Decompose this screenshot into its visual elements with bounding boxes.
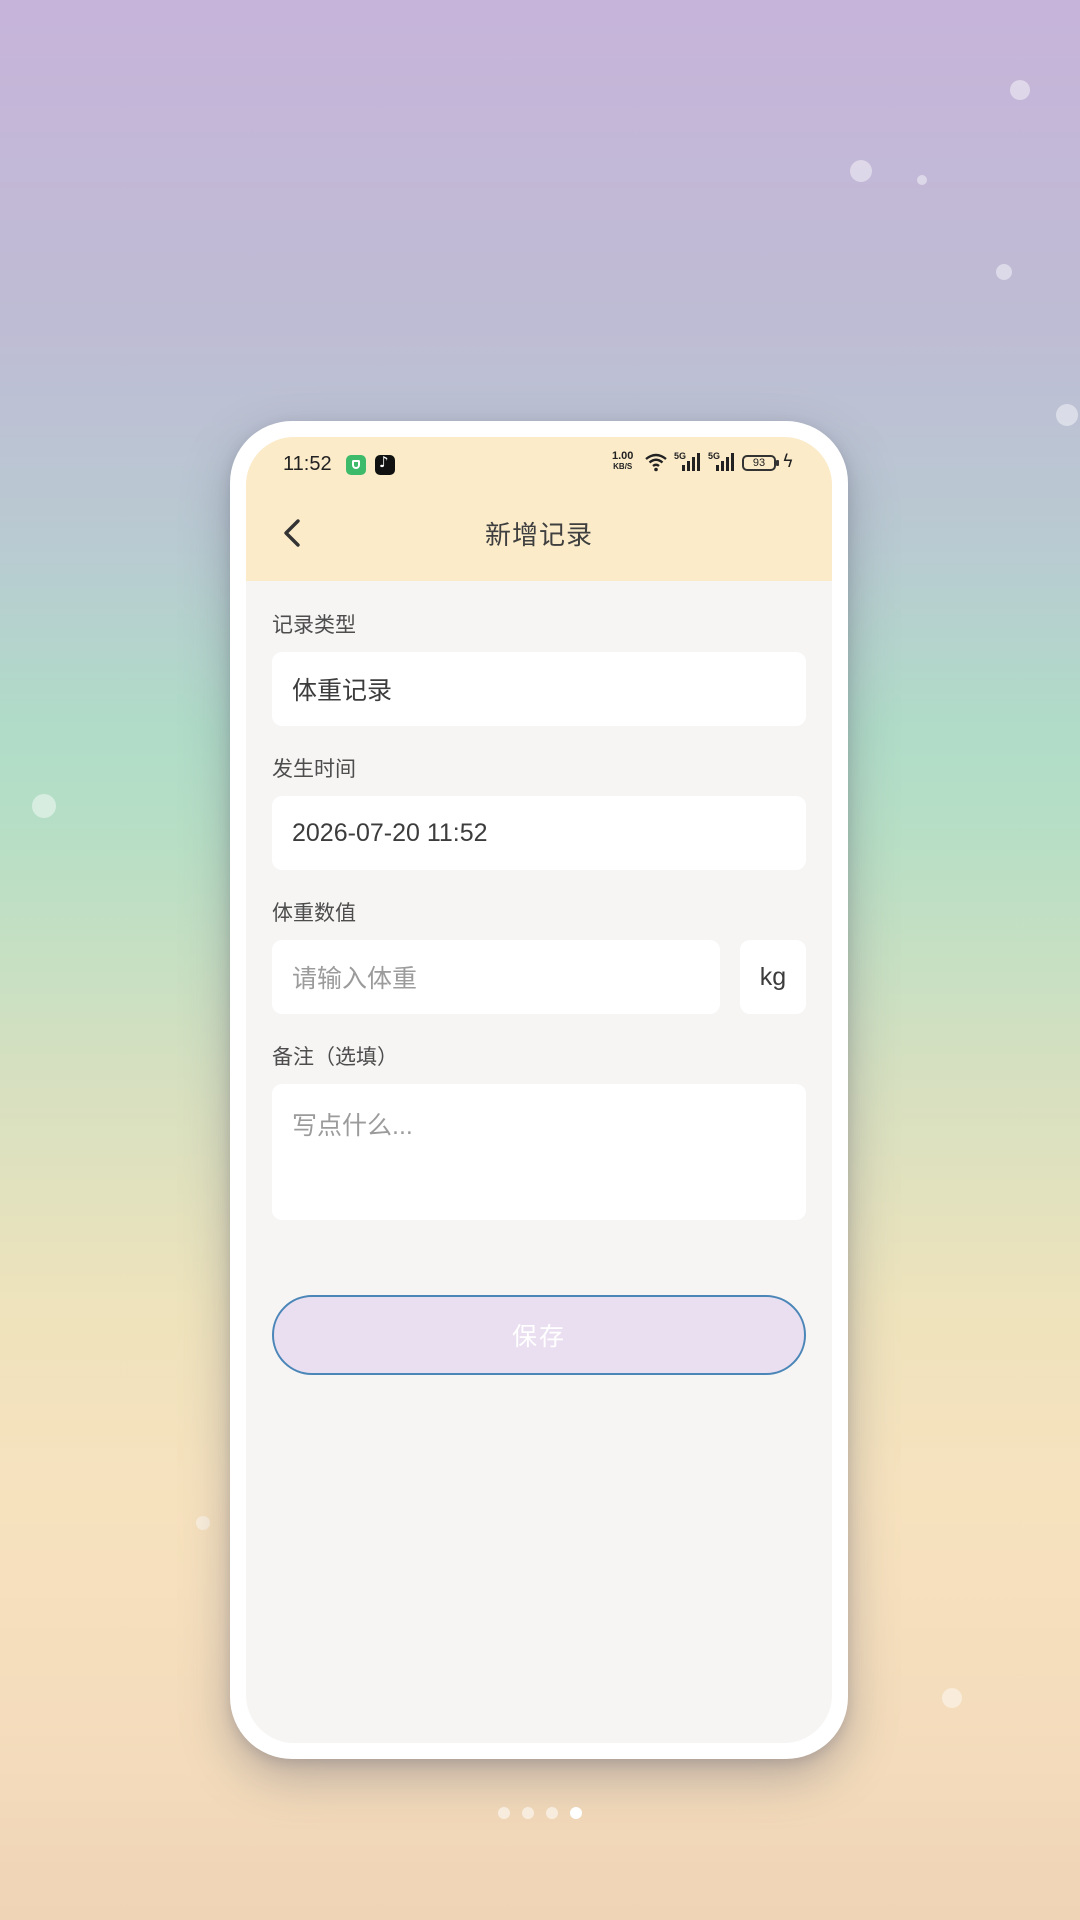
phone-screen: 11:52 1.00 KB/S 5G [246, 437, 832, 1743]
signal-1-label: 5G [674, 451, 687, 461]
page-dot[interactable] [522, 1807, 534, 1819]
background-bubble [32, 794, 56, 818]
note-textarea[interactable]: 写点什么... [272, 1084, 806, 1220]
wifi-icon [645, 453, 667, 472]
battery-icon: 93 [742, 455, 779, 471]
record-type-select[interactable]: 体重记录 [272, 652, 806, 726]
weight-placeholder: 请输入体重 [292, 965, 418, 993]
background-bubble [850, 160, 872, 182]
signal-2-label: 5G [708, 451, 721, 461]
time-value: 2026-07-20 11:52 [292, 818, 488, 847]
network-speed: 1.00 KB/S [612, 451, 633, 472]
note-placeholder: 写点什么... [292, 1112, 413, 1140]
page-title: 新增记录 [484, 521, 593, 551]
time-label: 发生时间 [272, 757, 356, 781]
background-bubble [196, 1516, 210, 1530]
background-bubble [942, 1688, 962, 1708]
weight-input[interactable]: 请输入体重 [272, 940, 720, 1014]
status-time: 11:52 [283, 453, 332, 475]
background-bubble [996, 264, 1012, 280]
tiktok-app-icon [375, 453, 395, 475]
record-type-value: 体重记录 [292, 677, 393, 705]
background-bubble [1056, 404, 1078, 426]
page-dot-active[interactable] [570, 1807, 582, 1819]
save-button[interactable]: 保存 [272, 1295, 806, 1375]
phone-frame: 11:52 1.00 KB/S 5G [230, 421, 848, 1759]
record-type-label: 记录类型 [272, 613, 356, 637]
network-speed-value: 1.00 [612, 450, 634, 462]
weight-unit-text: kg [759, 962, 787, 991]
status-bar: 11:52 1.00 KB/S 5G [246, 437, 832, 493]
shield-app-icon [346, 455, 366, 475]
note-label: 备注（选填） [272, 1045, 398, 1069]
page-indicator [0, 1807, 1080, 1819]
charging-icon: ϟ [782, 451, 794, 472]
network-speed-unit: KB/S [613, 462, 633, 471]
page-dot[interactable] [546, 1807, 558, 1819]
background-bubble [917, 175, 927, 185]
weight-label: 体重数值 [272, 901, 356, 925]
time-picker[interactable]: 2026-07-20 11:52 [272, 796, 806, 870]
background-bubble [1010, 80, 1030, 100]
page-dot[interactable] [498, 1807, 510, 1819]
weight-unit: kg [740, 940, 806, 1014]
